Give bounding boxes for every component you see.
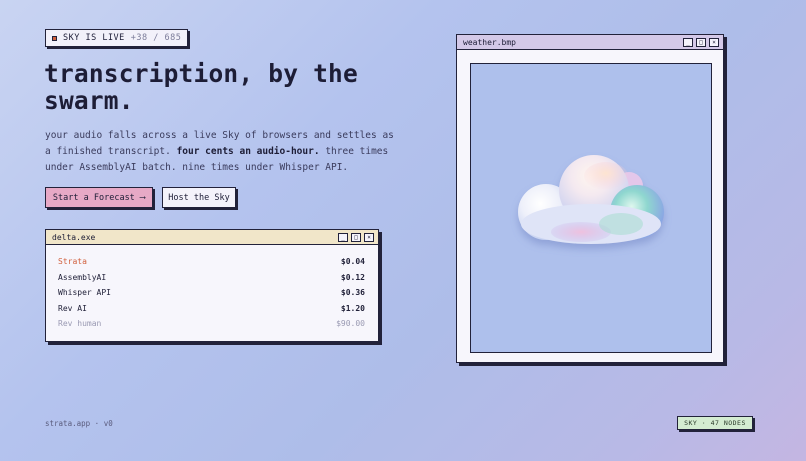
row-value: $0.04: [340, 257, 365, 266]
arrow-right-icon: ⟶: [139, 192, 146, 203]
row-value: $0.12: [340, 272, 365, 282]
live-label: SKY IS LIVE: [63, 33, 125, 43]
table-row: AssemblyAI $0.12: [58, 273, 365, 289]
title-line-2: swarm.: [44, 86, 134, 115]
weather-image: [470, 63, 712, 353]
live-status-badge: SKY IS LIVE +38 / 685: [45, 29, 189, 47]
delta-window-controls: _ □ ×: [338, 232, 374, 242]
row-label: Rev AI: [58, 303, 87, 313]
row-label: Strata: [58, 257, 87, 266]
row-label: Whisper API: [58, 288, 111, 297]
minimize-icon[interactable]: _: [683, 37, 693, 47]
close-icon[interactable]: ×: [364, 232, 374, 242]
live-count: +38 / 685: [130, 33, 182, 43]
row-value: $90.00: [336, 319, 365, 328]
row-value: $1.20: [340, 303, 365, 313]
weather-window-title: weather.bmp: [463, 37, 516, 47]
maximize-icon[interactable]: □: [351, 232, 361, 242]
weather-window: weather.bmp _ □ ×: [456, 34, 724, 363]
table-row: Rev AI $1.20: [58, 304, 365, 320]
start-forecast-button[interactable]: Start a Forecast ⟶: [45, 187, 153, 208]
minimize-icon[interactable]: _: [338, 232, 348, 242]
close-icon[interactable]: ×: [709, 37, 719, 47]
delta-window: delta.exe _ □ × Strata $0.04 AssemblyAI $0…: [45, 229, 379, 342]
lede-paragraph: your audio falls across a live Sky of br…: [45, 128, 395, 176]
table-row: Rev human $90.00: [58, 319, 365, 335]
price-table: Strata $0.04 AssemblyAI $0.12 Whisper API $…: [46, 245, 378, 335]
lede-bold: four cents an audio-hour.: [176, 146, 320, 157]
title-line-1: transcription, by the: [44, 59, 358, 88]
delta-titlebar[interactable]: delta.exe _ □ ×: [46, 230, 378, 245]
host-sky-button[interactable]: Host the Sky: [162, 187, 236, 208]
weather-titlebar[interactable]: weather.bmp _ □ ×: [457, 35, 723, 50]
row-label: AssemblyAI: [58, 272, 107, 282]
table-row: Whisper API $0.36: [58, 288, 365, 304]
delta-window-title: delta.exe: [52, 232, 96, 242]
maximize-icon[interactable]: □: [696, 37, 706, 47]
start-forecast-label: Start a Forecast: [52, 192, 135, 203]
row-value: $0.36: [340, 288, 365, 297]
page-title: transcription, by the swarm.: [44, 60, 358, 114]
live-dot-icon: [52, 35, 57, 41]
weather-window-controls: _ □ ×: [683, 37, 719, 47]
footer-site-version: strata.app · v0: [45, 419, 113, 428]
cloud-icon: [518, 155, 664, 244]
node-count-badge: SKY · 47 NODES: [677, 416, 753, 430]
table-row: Strata $0.04: [58, 257, 365, 273]
row-label: Rev human: [58, 319, 102, 328]
